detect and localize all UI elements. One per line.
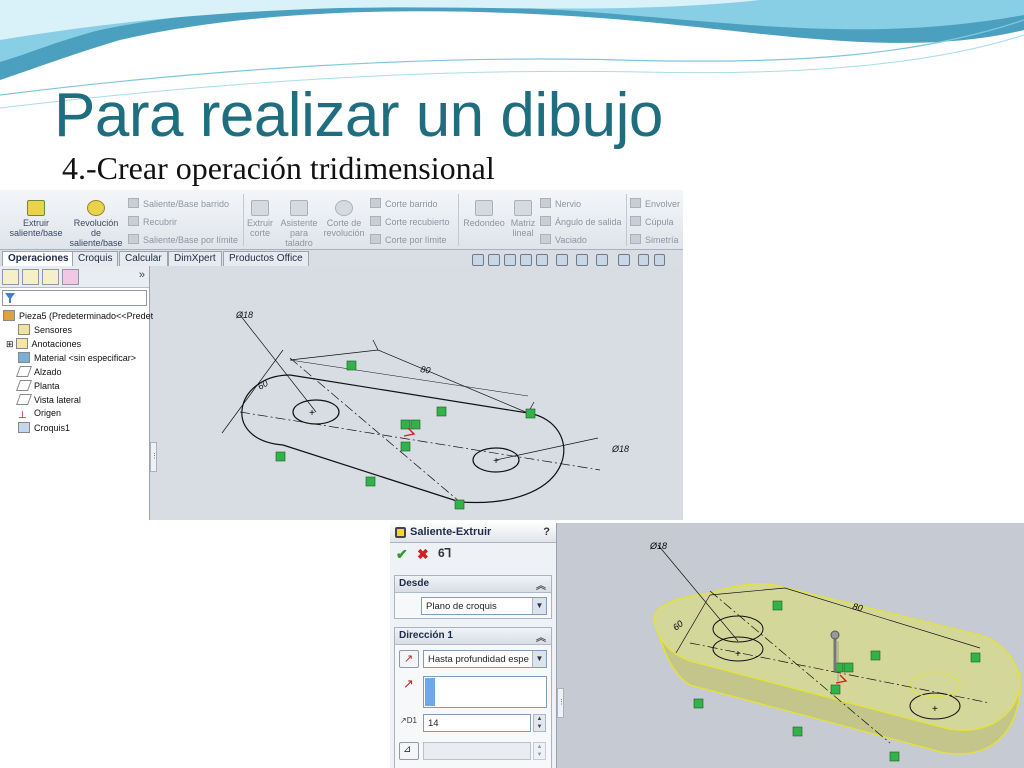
solidworks-sketch-screenshot: Extruir saliente/base Revolución de sali… [0,190,683,520]
relation-icon[interactable] [889,751,900,762]
dim-60[interactable]: 60 [256,378,270,392]
relation-icon[interactable] [792,726,803,737]
relation-icon[interactable] [525,408,536,419]
hole-right-center-mark: + [493,456,499,467]
slot-top-line [289,374,529,414]
relation-icon[interactable] [275,451,286,462]
slot-bottom-line [282,444,461,503]
dim-80[interactable]: 80 [420,364,431,375]
hole-left-center-mark: + [309,408,315,419]
relation-icon[interactable] [365,476,376,487]
relation-icon[interactable] [436,406,447,417]
slide-subtitle: 4.-Crear operación tridimensional [62,150,495,186]
dim-diameter-1[interactable]: Ø18 [235,310,253,320]
slot-right-arc [459,412,565,504]
relation-icon[interactable] [400,441,411,452]
hole-center-mark: + [932,704,938,715]
relation-icon[interactable] [843,662,854,673]
relation-icon[interactable] [454,499,465,510]
sketch-viewport[interactable]: + + Ø18 80 60 Ø18 [0,190,683,520]
relation-icon[interactable] [400,419,411,430]
dim-diameter-2[interactable]: Ø18 [611,444,629,454]
solidworks-extrude-screenshot: Saliente-Extruir ? ✔ ✖ 6Ꞁ Desde ︽ Plano d… [390,523,1024,768]
relation-icon[interactable] [346,360,357,371]
relation-icon[interactable] [772,600,783,611]
model-dim-diameter[interactable]: Ø18 [649,541,667,551]
relation-icon[interactable] [410,419,421,430]
relation-icon[interactable] [970,652,981,663]
hole-center-mark: + [735,649,741,660]
drag-handle-knob-icon[interactable] [830,630,840,640]
slide-title: Para realizar un dibujo [54,81,663,150]
model-viewport[interactable]: + + Ø18 80 60 [390,523,1024,768]
relation-icon[interactable] [870,650,881,661]
relation-icon[interactable] [830,684,841,695]
relation-icon[interactable] [693,698,704,709]
